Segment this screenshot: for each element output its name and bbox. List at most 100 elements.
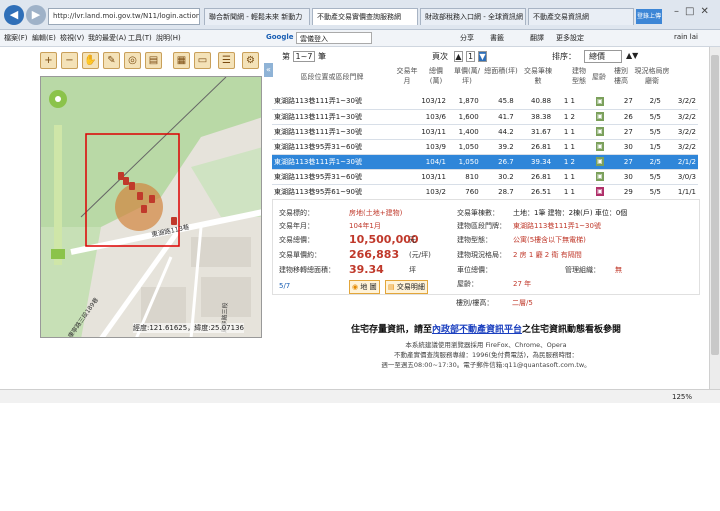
row-count: 1 2 <box>553 154 586 170</box>
table-row[interactable]: 東湖路113巷95弄31~60號 103/9 1,050 39.2 26.81 1 1 ▣ 3… <box>272 139 698 155</box>
table-row[interactable]: 東湖路113巷95弄31~60號 103/11 810 30.2 26.81 1 1 ▣ 30… <box>272 169 698 185</box>
col-count: 交易筆棟數 <box>524 67 552 85</box>
result-list: 東湖路113巷111弄1~30號 103/12 1,870 45.8 40.88 1 1 ▣… <box>272 94 698 200</box>
sort-select[interactable]: 總價 <box>584 50 622 63</box>
building-type-icon: ▣ <box>595 127 604 136</box>
menu-favorites[interactable]: 我的最愛(A) <box>88 33 126 43</box>
row-layout: 3/0/3 <box>662 169 698 185</box>
row-address: 東湖路113巷111弄1~30號 <box>272 109 415 125</box>
sort-direction[interactable]: ▲▼ <box>626 51 638 60</box>
tab-4[interactable]: 不動產交易資訊網 <box>528 8 634 25</box>
print-icon[interactable]: ▦ <box>173 52 190 69</box>
detail-label: 交易標的： <box>279 209 314 217</box>
list-header: 區段位置或區段門牌 交易年月 總價(萬) 單價(萬/坪) 總面積(坪) 交易筆棟… <box>272 66 698 94</box>
table-row[interactable]: 東湖路113巷111弄1~30號 104/1 1,050 26.7 39.34 1 2 ▣ 2… <box>272 154 698 170</box>
tab-2[interactable]: 不動產交易實價查詢服務網 <box>312 8 418 25</box>
detail-pager: 5/7 <box>279 282 291 290</box>
row-age: 27 <box>613 154 635 170</box>
row-floor: 2/5 <box>634 154 663 170</box>
detail-right-label: 建物型態： <box>457 236 492 244</box>
vertical-scrollbar[interactable] <box>709 47 720 389</box>
row-age: 26 <box>613 109 635 125</box>
col-layout: 現況格局房廳衛 <box>634 67 670 85</box>
row-type: ▣ <box>585 94 614 110</box>
user-name[interactable]: rain lai <box>674 33 698 41</box>
locate-icon[interactable]: ◎ <box>124 52 141 69</box>
table-row[interactable]: 東湖路113巷95弄61~90號 103/2 760 28.7 26.51 1 1 ▣ 29 5… <box>272 184 698 200</box>
zoom-level[interactable]: 125% <box>672 393 692 401</box>
menu-file[interactable]: 檔案(F) <box>4 33 28 43</box>
row-type: ▣ <box>585 124 614 140</box>
back-icon[interactable]: ◀ <box>4 5 24 25</box>
footer-line: 不動產實價查詢服務專線：1996(免付費電話)，為民服務時間： <box>393 351 579 359</box>
prev-page-button[interactable]: ▲ <box>454 51 463 62</box>
result-table: 東湖路113巷111弄1~30號 103/12 1,870 45.8 40.88 1 1 ▣… <box>272 94 698 200</box>
row-date: 103/2 <box>414 184 448 200</box>
browser-titlebar: ◀ ▶ http://lvr.land.moi.gov.tw/N11/login… <box>0 0 720 30</box>
row-total: 760 <box>447 184 481 200</box>
forward-icon[interactable]: ▶ <box>26 5 46 25</box>
row-total: 1,050 <box>447 154 481 170</box>
google-label: Google <box>266 33 294 41</box>
notice-post: 之住宅資訊動態看板參閱 <box>522 325 622 335</box>
row-unit-price: 26.7 <box>480 154 516 170</box>
row-age: 30 <box>613 169 635 185</box>
notice: 住宅存量資訊，請至內政部不動產資訊平台之住宅資訊動態看板參閱 <box>272 322 700 335</box>
address-bar[interactable]: http://lvr.land.moi.gov.tw/N11/login.act… <box>48 8 200 25</box>
menu-help[interactable]: 說明(H) <box>156 33 181 43</box>
row-address: 東湖路113巷95弄31~60號 <box>272 169 415 185</box>
page-number[interactable]: 1 <box>466 51 475 62</box>
row-address: 東湖路113巷95弄31~60號 <box>272 139 415 155</box>
table-row[interactable]: 東湖路113巷111弄1~30號 103/12 1,870 45.8 40.88 1 1 ▣… <box>272 94 698 110</box>
col-date: 交易年月 <box>396 67 418 85</box>
google-search-input[interactable]: 雲儀登入 <box>296 32 372 44</box>
row-date: 103/11 <box>414 169 448 185</box>
scrollbar-thumb[interactable] <box>711 55 719 355</box>
detail-area: 39.34 <box>349 263 384 276</box>
row-area: 31.67 <box>515 124 554 140</box>
row-type: ▣ <box>585 184 614 200</box>
bookmark-button[interactable]: 書籤 <box>490 33 504 43</box>
settings-icon[interactable]: ⚙ <box>242 52 259 69</box>
menu-view[interactable]: 檢視(V) <box>60 33 84 43</box>
upload-button[interactable]: 登錄上傳 <box>636 9 662 24</box>
ruler-icon[interactable]: ▭ <box>194 52 211 69</box>
more-settings-button[interactable]: 更多設定 <box>556 33 584 43</box>
detail-right-value: 公寓(5樓含以下無電梯) <box>513 236 586 244</box>
detail-right-label: 屋齡： <box>457 280 478 288</box>
list-icon[interactable]: ☰ <box>218 52 235 69</box>
row-type: ▣ <box>585 139 614 155</box>
map-button-label: 地 圖 <box>360 283 377 291</box>
detail-button[interactable]: ▤ 交易明細 <box>385 280 428 294</box>
col-floor: 樓別樓高 <box>614 67 628 85</box>
detail-right-label: 建物現況格局： <box>457 251 506 259</box>
share-button[interactable]: 分享 <box>460 33 474 43</box>
pan-hand-icon[interactable]: ✋ <box>82 52 99 69</box>
map-view[interactable]: 東湖路113巷 康寧路三段189巷 康寧路三段 經度:121.61625，緯度:… <box>40 76 262 338</box>
row-total: 1,600 <box>447 109 481 125</box>
footer: 本系統建議使用瀏覽器採用 FireFox、Chrome、Opera 不動產實價查… <box>272 340 700 370</box>
draw-icon[interactable]: ✎ <box>103 52 120 69</box>
tab-3[interactable]: 財政部稅務入口網 - 全球資訊網 <box>420 8 526 25</box>
notice-link[interactable]: 內政部不動產資訊平台 <box>432 325 522 335</box>
map-button[interactable]: ◉ 地 圖 <box>349 280 380 294</box>
layers-icon[interactable]: ▤ <box>145 52 162 69</box>
next-page-button[interactable]: ▼ <box>478 51 487 62</box>
tab-1[interactable]: 聯合新聞網 - 輕鬆未來 新動力 <box>204 8 310 25</box>
row-count: 1 1 <box>553 139 586 155</box>
window-controls[interactable]: –□✕ <box>674 6 715 17</box>
zoom-in-icon[interactable]: + <box>40 52 57 69</box>
menu-edit[interactable]: 編輯(E) <box>32 33 56 43</box>
table-row[interactable]: 東湖路113巷111弄1~30號 103/11 1,400 44.2 31.67 1 1 ▣… <box>272 124 698 140</box>
menu-tools[interactable]: 工具(T) <box>128 33 152 43</box>
detail-panel: 交易標的： 房地(土地+建物) 交易年月： 104年1月 交易總價： 10,50… <box>272 199 700 295</box>
row-address: 東湖路113巷111弄1~30號 <box>272 94 415 110</box>
row-area: 39.34 <box>515 154 554 170</box>
row-floor: 1/5 <box>634 139 663 155</box>
table-row[interactable]: 東湖路113巷111弄1~30號 103/6 1,600 41.7 38.38 1 2 ▣ 2… <box>272 109 698 125</box>
page-range-select[interactable]: 1~7 <box>292 51 316 62</box>
zoom-out-icon[interactable]: − <box>61 52 78 69</box>
translate-button[interactable]: 翻譯 <box>530 33 544 43</box>
row-floor: 5/5 <box>634 109 663 125</box>
row-type: ▣ <box>585 154 614 170</box>
